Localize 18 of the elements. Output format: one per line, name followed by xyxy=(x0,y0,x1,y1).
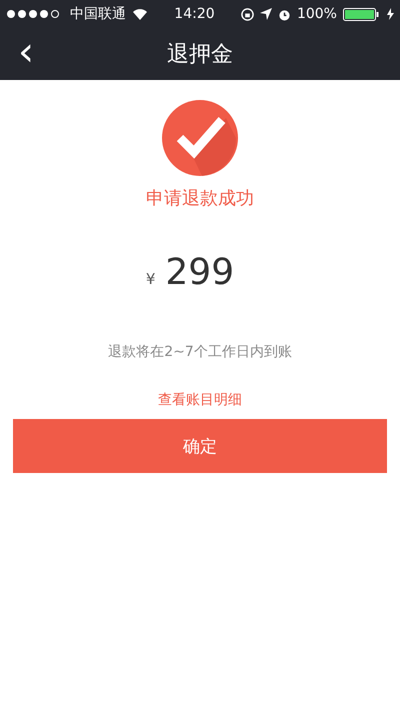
success-message: 申请退款成功 xyxy=(146,187,254,210)
refund-amount: 299 xyxy=(165,252,234,293)
success-check-icon xyxy=(162,100,238,176)
charging-icon xyxy=(386,8,394,20)
currency-symbol: ¥ xyxy=(146,270,156,288)
back-button[interactable]: ‹ xyxy=(12,34,40,70)
carrier-name: 中国联通 xyxy=(70,5,126,23)
battery-percent: 100% xyxy=(296,6,337,22)
refund-note: 退款将在2~7个工作日内到账 xyxy=(108,343,292,361)
alarm-icon xyxy=(278,8,291,20)
details-link[interactable]: 查看账目明细 xyxy=(158,391,242,409)
clock-time: 14:20 xyxy=(174,6,215,22)
location-icon xyxy=(260,8,272,20)
wifi-icon xyxy=(132,8,148,20)
rotation-lock-icon xyxy=(240,8,254,20)
page-title: 退押金 xyxy=(167,41,233,69)
confirm-button[interactable]: 确定 xyxy=(13,419,387,473)
battery-icon xyxy=(342,8,381,20)
